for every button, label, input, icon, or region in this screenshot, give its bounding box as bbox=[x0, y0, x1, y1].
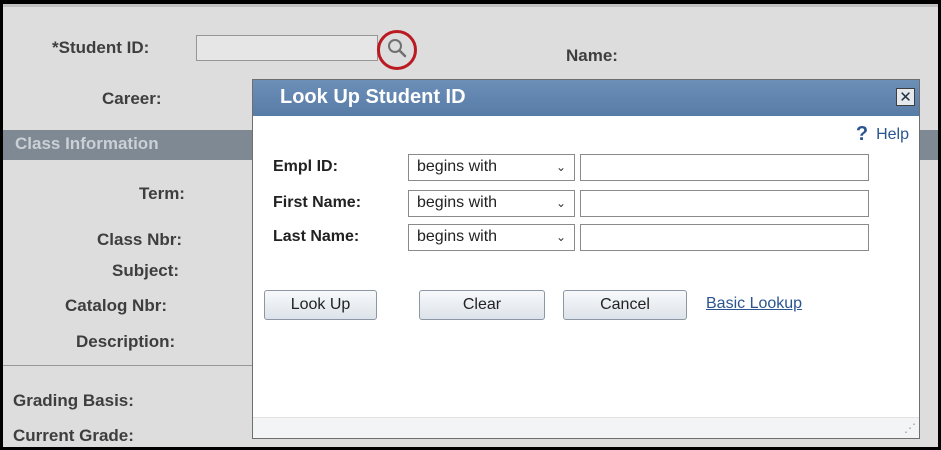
chevron-down-icon: ⌄ bbox=[555, 196, 566, 210]
last-name-row: Last Name: begins with ⌄ bbox=[273, 223, 869, 251]
first-name-operator-value: begins with bbox=[417, 194, 498, 211]
modal-title: Look Up Student ID bbox=[280, 86, 466, 108]
cancel-button[interactable]: Cancel bbox=[563, 290, 687, 320]
last-name-label: Last Name: bbox=[273, 228, 360, 245]
help-link[interactable]: ? Help bbox=[856, 123, 909, 146]
first-name-input[interactable] bbox=[580, 189, 869, 217]
look-up-button[interactable]: Look Up bbox=[264, 290, 377, 320]
help-label: Help bbox=[876, 125, 909, 143]
chevron-down-icon: ⌄ bbox=[555, 230, 566, 244]
first-name-row: First Name: begins with ⌄ bbox=[273, 189, 869, 217]
lookup-modal: Look Up Student ID ✕ ? Help Empl ID: beg… bbox=[252, 79, 920, 439]
last-name-operator-select[interactable]: begins with ⌄ bbox=[408, 223, 575, 251]
first-name-label: First Name: bbox=[273, 194, 362, 211]
close-icon[interactable]: ✕ bbox=[896, 88, 915, 106]
empl-id-input[interactable] bbox=[580, 153, 869, 181]
last-name-input[interactable] bbox=[580, 223, 869, 251]
modal-header[interactable]: Look Up Student ID ✕ bbox=[253, 80, 919, 116]
clear-button[interactable]: Clear bbox=[419, 290, 545, 320]
empl-id-operator-value: begins with bbox=[417, 158, 498, 175]
basic-lookup-link[interactable]: Basic Lookup bbox=[706, 295, 802, 313]
last-name-operator-value: begins with bbox=[417, 228, 498, 245]
empl-id-operator-select[interactable]: begins with ⌄ bbox=[408, 153, 575, 181]
first-name-operator-select[interactable]: begins with ⌄ bbox=[408, 189, 575, 217]
empl-id-label: Empl ID: bbox=[273, 158, 338, 175]
resize-grip-icon[interactable]: ⋰ bbox=[902, 422, 916, 436]
help-icon: ? bbox=[855, 123, 869, 145]
empl-id-row: Empl ID: begins with ⌄ bbox=[273, 153, 869, 181]
chevron-down-icon: ⌄ bbox=[555, 160, 566, 174]
modal-footer: ⋰ bbox=[253, 417, 919, 438]
